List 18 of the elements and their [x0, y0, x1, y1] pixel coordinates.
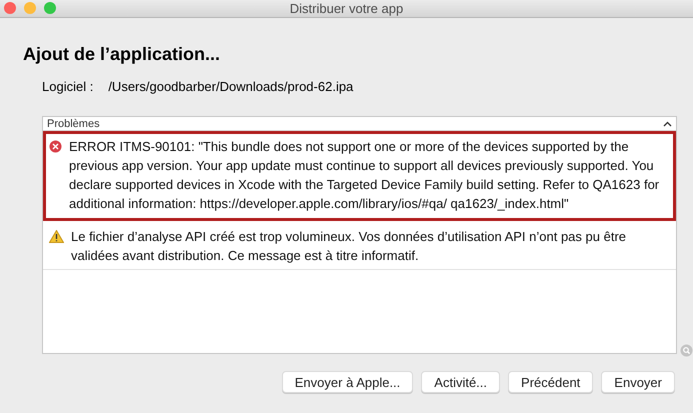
software-path: /Users/goodbarber/Downloads/prod-62.ipa [108, 79, 354, 94]
window-title: Distribuer votre app [290, 1, 404, 16]
message-text: Le fichier d’analyse API créé est trop volumineux. Vos données d’utilisation API n’ont pas pu être validées avant distribution. Ce message est à titre informatif. [71, 228, 628, 265]
search-icon[interactable] [680, 344, 693, 357]
minimize-button[interactable] [24, 2, 36, 14]
software-label: Logiciel : [42, 79, 94, 94]
close-button[interactable] [4, 2, 16, 14]
panel-title: Problèmes [47, 118, 100, 130]
message-text: ERROR ITMS-90101: "This bundle does not support one or more of the devices supported by the previous app version. Your app update must continue to support all devices previously supported. You declare supported devices in Xcode with the Targeted Device Family build setting. Refer to QA1623 for additional information: https://developer.apple.com/library/ios/#qa/ qa1623/_index.html" [69, 138, 660, 213]
error-icon [49, 140, 62, 153]
dialog-button[interactable]: Envoyer à Apple... [282, 371, 414, 393]
dialog-button[interactable]: Envoyer [601, 371, 675, 393]
warning-icon [49, 230, 64, 243]
dialog-button[interactable]: Précédent [508, 371, 594, 393]
zoom-button[interactable] [44, 2, 56, 14]
dialog-button[interactable]: Activité... [421, 371, 500, 393]
chevron-icon[interactable] [663, 120, 672, 126]
page-heading: Ajout de l’application... [23, 44, 222, 65]
